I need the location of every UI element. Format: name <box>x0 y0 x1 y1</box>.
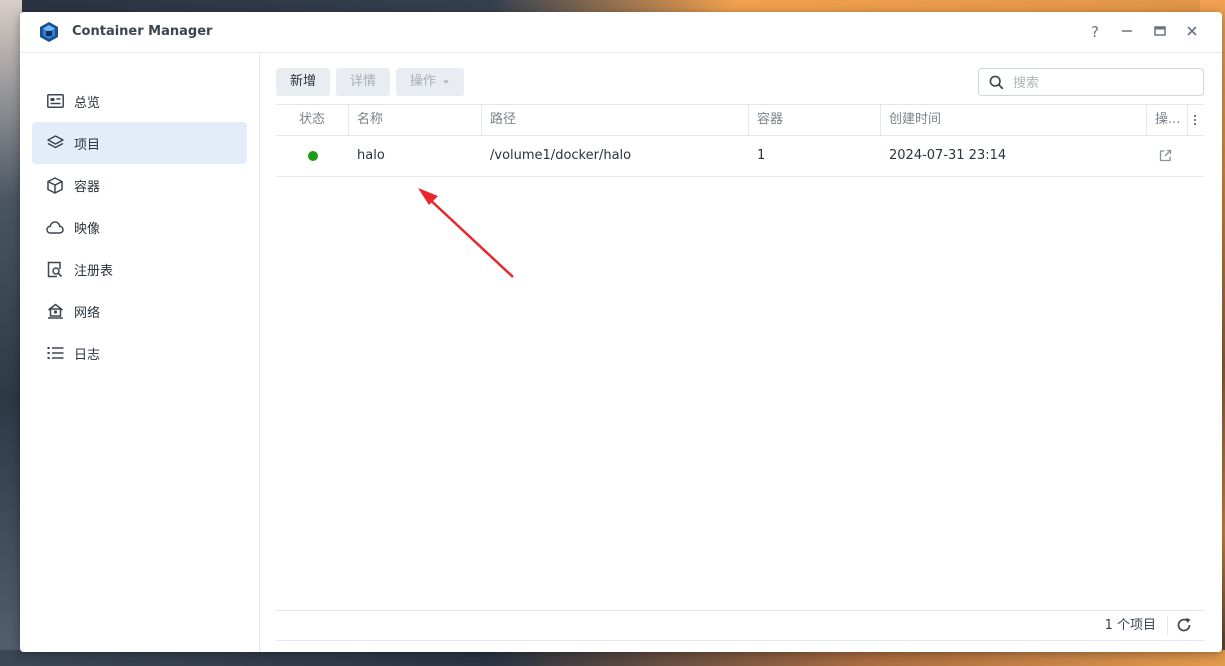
status-running-indicator <box>308 151 318 161</box>
column-header-status[interactable]: 状态 <box>276 105 349 135</box>
sidebar-item-label: 注册表 <box>74 263 114 279</box>
search-box[interactable] <box>978 68 1204 96</box>
column-header-name[interactable]: 名称 <box>349 105 482 135</box>
sidebar-item-overview[interactable]: 总览 <box>32 80 247 122</box>
footer-divider <box>1167 616 1168 635</box>
table-footer: 1 个项目 <box>276 610 1204 641</box>
project-container-count: 1 <box>757 148 766 163</box>
sidebar-item-label: 项目 <box>74 137 101 153</box>
new-button[interactable]: 新增 <box>276 68 330 96</box>
sidebar-item-containers[interactable]: 容器 <box>32 164 247 206</box>
app-title: Container Manager <box>72 24 213 39</box>
projects-table: 状态 名称 路径 容器 创建时间 操... halo /volume1/dock… <box>276 104 1204 177</box>
title-bar: Container Manager ? <box>20 12 1222 53</box>
external-link-icon <box>1159 149 1172 162</box>
sidebar-item-projects[interactable]: 项目 <box>32 122 247 164</box>
column-header-path[interactable]: 路径 <box>482 105 749 135</box>
sidebar-item-label: 映像 <box>74 221 101 237</box>
list-icon <box>46 344 64 362</box>
app-window: Container Manager ? 总览 项目 容器 映像 注册表 网络 日… <box>20 12 1222 652</box>
sidebar-item-registry[interactable]: 注册表 <box>32 248 247 290</box>
close-button[interactable] <box>1182 22 1202 42</box>
more-vertical-icon <box>1193 114 1197 125</box>
sidebar-item-network[interactable]: 网络 <box>32 290 247 332</box>
cube-icon <box>46 176 64 194</box>
overview-icon <box>46 92 64 110</box>
search-icon <box>989 75 1004 90</box>
action-dropdown-button[interactable]: 操作 <box>396 68 464 96</box>
project-created-time: 2024-07-31 23:14 <box>889 148 1007 163</box>
layers-icon <box>46 134 64 152</box>
minimize-icon <box>1122 30 1132 32</box>
minimize-button[interactable] <box>1117 22 1137 42</box>
help-button[interactable]: ? <box>1085 22 1105 42</box>
close-icon <box>1187 26 1197 36</box>
item-count: 1 个项目 <box>1104 618 1156 633</box>
refresh-icon[interactable] <box>1176 617 1192 633</box>
table-row[interactable]: halo /volume1/docker/halo 1 2024-07-31 2… <box>276 136 1204 177</box>
column-header-containers[interactable]: 容器 <box>749 105 881 135</box>
network-icon <box>46 302 64 320</box>
action-label: 操作 <box>409 74 436 89</box>
column-header-created[interactable]: 创建时间 <box>881 105 1147 135</box>
container-manager-logo-icon <box>40 22 58 42</box>
column-header-actions[interactable]: 操... <box>1147 105 1188 135</box>
column-options-button[interactable] <box>1188 105 1204 135</box>
details-button[interactable]: 详情 <box>336 68 390 96</box>
sidebar-item-label: 日志 <box>74 347 101 363</box>
cloud-icon <box>46 218 64 236</box>
sidebar-item-logs[interactable]: 日志 <box>32 332 247 374</box>
caret-down-icon <box>443 80 450 83</box>
maximize-button[interactable] <box>1150 22 1170 42</box>
sidebar-item-images[interactable]: 映像 <box>32 206 247 248</box>
sidebar-item-label: 总览 <box>74 95 101 111</box>
project-path: /volume1/docker/halo <box>490 148 632 163</box>
project-name: halo <box>357 148 385 163</box>
open-external-button[interactable] <box>1159 136 1189 176</box>
main-panel: 新增 详情 操作 状态 名称 路径 容器 创建时间 操... <box>260 53 1222 652</box>
sidebar-item-label: 网络 <box>74 305 101 321</box>
maximize-icon <box>1154 26 1166 36</box>
sidebar: 总览 项目 容器 映像 注册表 网络 日志 <box>20 53 260 652</box>
sidebar-item-label: 容器 <box>74 179 101 195</box>
search-input[interactable] <box>1011 72 1195 94</box>
table-header: 状态 名称 路径 容器 创建时间 操... <box>276 104 1204 136</box>
registry-icon <box>46 260 64 278</box>
